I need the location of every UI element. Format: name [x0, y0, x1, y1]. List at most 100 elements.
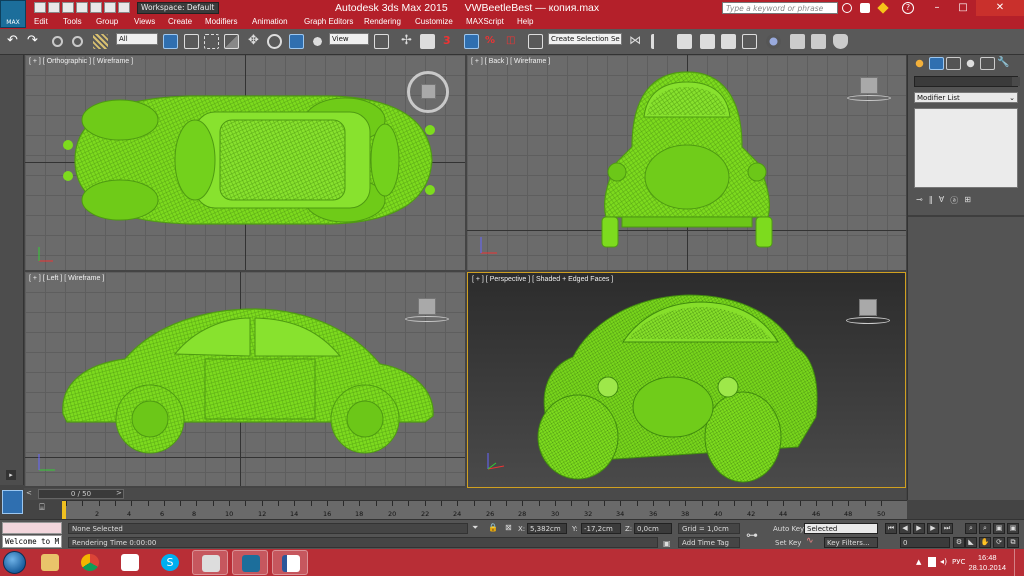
select-and-scale-icon[interactable]: [289, 34, 304, 49]
curve-editor-icon[interactable]: [742, 34, 757, 49]
tray-network-icon[interactable]: [928, 557, 936, 567]
align-icon[interactable]: [651, 34, 666, 49]
select-and-manipulate-icon[interactable]: ✢: [399, 34, 414, 49]
select-and-link-icon[interactable]: [52, 36, 63, 47]
mirror-icon[interactable]: ⋈: [629, 34, 644, 49]
make-unique-icon[interactable]: ∀: [939, 195, 944, 205]
viewcube-face[interactable]: [859, 299, 877, 316]
expand-arrow-icon[interactable]: ▸: [6, 470, 16, 480]
viewport-perspective[interactable]: [ + ] [ Perspective ] [ Shaded + Edged F…: [467, 272, 906, 488]
undo-icon[interactable]: [76, 2, 88, 13]
viewcube-ring[interactable]: [405, 316, 449, 322]
utilities-tab-icon[interactable]: 🔧: [997, 57, 1012, 70]
select-and-move-icon[interactable]: ✥: [246, 34, 261, 49]
unlink-selection-icon[interactable]: [72, 36, 83, 47]
new-file-icon[interactable]: [34, 2, 46, 13]
modify-tab-icon[interactable]: [929, 57, 944, 70]
viewcube-face[interactable]: [421, 84, 436, 99]
object-name-field[interactable]: [914, 76, 1018, 87]
time-configuration-icon[interactable]: ⚙: [953, 537, 965, 548]
menu-animation[interactable]: Animation: [252, 17, 288, 26]
taskbar-app-5[interactable]: [192, 550, 228, 575]
create-tab-icon[interactable]: [912, 57, 927, 70]
taskbar-clock[interactable]: 16:48 28.10.2014: [968, 553, 1006, 573]
menu-graph-editors[interactable]: Graph Editors: [304, 17, 353, 26]
render-setup-icon[interactable]: [790, 34, 805, 49]
viewcube-ring[interactable]: [846, 317, 890, 324]
rectangular-selection-icon[interactable]: [204, 34, 219, 49]
viewcube[interactable]: [405, 298, 449, 324]
menu-customize[interactable]: Customize: [415, 17, 453, 26]
favorites-star-icon[interactable]: [877, 2, 889, 14]
track-bar[interactable]: 2 4 6 8 10 12 14 16 18 20 22 24 26 28 30 32 34 36 38 40 42 44…: [62, 500, 907, 520]
rendered-frame-window-icon[interactable]: [811, 34, 826, 49]
menu-tools[interactable]: Tools: [63, 17, 82, 26]
snaps-toggle-icon[interactable]: 3: [443, 34, 458, 49]
go-to-end-icon[interactable]: ⏭: [941, 523, 953, 534]
taskbar-skype[interactable]: S: [152, 550, 188, 575]
viewport-back[interactable]: [ + ] [ Back ] [ Wireframe ]: [467, 55, 906, 270]
zoom-icon[interactable]: ⌕: [965, 523, 977, 534]
start-button[interactable]: [3, 551, 26, 574]
y-coord-field[interactable]: -17,2cm: [581, 523, 621, 534]
workspace-select[interactable]: Workspace: Default: [137, 2, 219, 14]
select-and-rotate-icon[interactable]: [267, 34, 282, 49]
scene-explorer-icon[interactable]: [677, 34, 692, 49]
taskbar-3dsmax[interactable]: [232, 550, 268, 575]
add-time-tag-button[interactable]: Add Time Tag: [678, 537, 740, 548]
key-filters-button[interactable]: Key Filters...: [824, 537, 878, 548]
viewcube[interactable]: [846, 299, 890, 327]
viewcube[interactable]: [407, 71, 449, 113]
set-key-icon[interactable]: ⊶: [746, 528, 766, 542]
maximize-viewport-icon[interactable]: ⧉: [1007, 537, 1019, 548]
tray-volume-icon[interactable]: ◂): [940, 557, 947, 566]
viewport-label[interactable]: [ + ] [ Perspective ] [ Shaded + Edged F…: [472, 276, 613, 283]
search-icon[interactable]: [842, 3, 852, 13]
zoom-all-icon[interactable]: ⌕: [979, 523, 991, 534]
viewcube[interactable]: [847, 77, 891, 103]
modifier-list-select[interactable]: Modifier List ⌄: [914, 92, 1018, 103]
pivot-point-center-icon[interactable]: [374, 34, 389, 49]
menu-create[interactable]: Create: [168, 17, 192, 26]
spinner-snap-icon[interactable]: ◫: [506, 34, 521, 49]
redo-icon[interactable]: [90, 2, 102, 13]
tray-arrow-icon[interactable]: ▲: [916, 558, 921, 566]
menu-views[interactable]: Views: [134, 17, 155, 26]
maximize-button[interactable]: □: [950, 0, 976, 16]
close-button[interactable]: ✕: [976, 0, 1024, 16]
save-file-icon[interactable]: [62, 2, 74, 13]
keyboard-shortcut-override-icon[interactable]: [420, 34, 435, 49]
taskbar-chrome[interactable]: [72, 550, 108, 575]
ribbon-toggle-icon[interactable]: [721, 34, 736, 49]
viewport-label[interactable]: [ + ] [ Orthographic ] [ Wireframe ]: [29, 58, 133, 65]
select-object-icon[interactable]: [163, 34, 178, 49]
menu-group[interactable]: Group: [96, 17, 118, 26]
bind-to-space-warp-icon[interactable]: [93, 34, 108, 49]
modifier-stack[interactable]: [914, 108, 1018, 188]
orbit-icon[interactable]: ⟳: [993, 537, 1005, 548]
selection-lock-icon[interactable]: 🔒: [488, 523, 498, 533]
window-crossing-icon[interactable]: [224, 34, 239, 49]
menu-edit[interactable]: Edit: [34, 17, 48, 26]
menu-maxscript[interactable]: MAXScript: [466, 17, 504, 26]
show-end-result-icon[interactable]: ‖: [929, 195, 933, 205]
time-slider[interactable]: < 0 / 50 >: [24, 488, 906, 500]
select-and-place-icon[interactable]: [310, 34, 325, 49]
viewport-label[interactable]: [ + ] [ Left ] [ Wireframe ]: [29, 275, 104, 282]
maxscript-mini-listener[interactable]: Welcome to M: [2, 535, 62, 548]
minimize-button[interactable]: –: [924, 0, 950, 16]
default-in-out-tangents-icon[interactable]: ∿: [806, 536, 820, 548]
maxscript-mini-listener-pink[interactable]: [2, 522, 62, 534]
search-input[interactable]: Type a keyword or phrase: [722, 2, 838, 14]
selection-filter-select[interactable]: All: [116, 33, 158, 45]
key-mode-select[interactable]: Selected: [804, 523, 878, 534]
play-icon[interactable]: ▶: [913, 523, 925, 534]
taskbar-app-3[interactable]: [112, 550, 148, 575]
select-by-name-icon[interactable]: [184, 34, 199, 49]
qa-dropdown-icon[interactable]: [118, 2, 130, 13]
set-key-button[interactable]: Set Key: [775, 539, 801, 547]
taskbar-explorer[interactable]: [32, 550, 68, 575]
material-editor-icon[interactable]: [766, 34, 781, 49]
viewport-label[interactable]: [ + ] [ Back ] [ Wireframe ]: [471, 58, 550, 65]
configure-modifier-sets-icon[interactable]: ⊞: [964, 195, 971, 205]
